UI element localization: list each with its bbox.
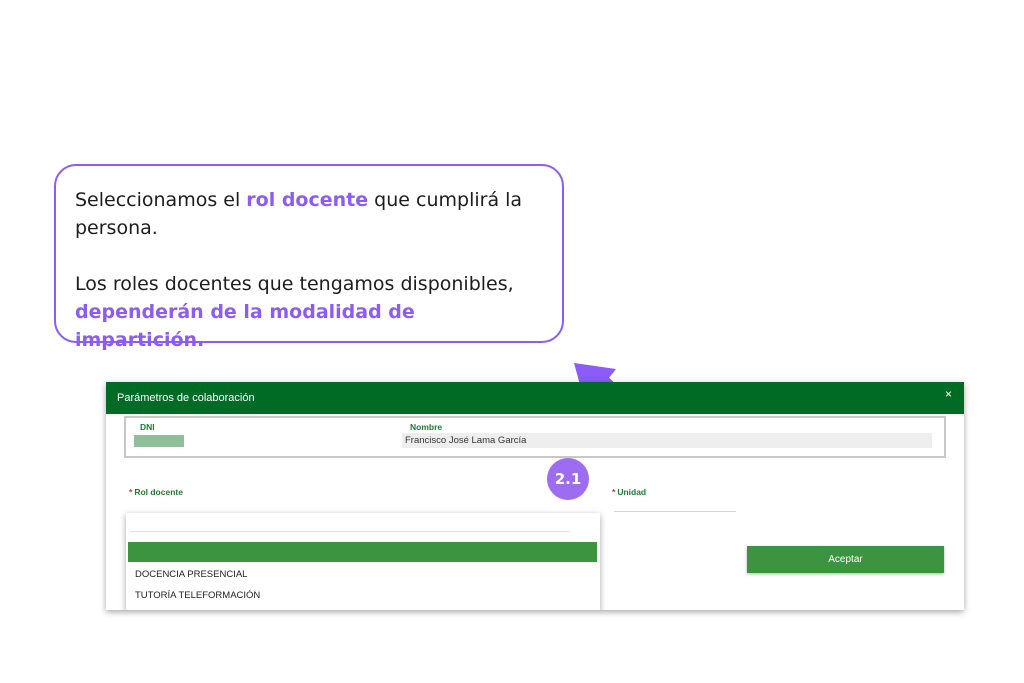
instruction-callout: Seleccionamos el rol docente que cumplir…: [54, 164, 564, 351]
name-value: Francisco José Lama García: [402, 433, 932, 448]
rol-docente-label: * Rol docente: [129, 487, 183, 497]
dialog-header: Parámetros de colaboración ×: [106, 382, 964, 414]
name-label: Nombre: [410, 422, 443, 432]
callout-paragraph-1: Seleccionamos el rol docente que cumplir…: [75, 186, 542, 242]
close-icon[interactable]: ×: [945, 387, 952, 401]
unidad-select[interactable]: [614, 511, 736, 512]
rol-docente-label-text: Rol docente: [134, 487, 183, 497]
required-mark: *: [612, 487, 616, 497]
dropdown-option-docencia-presencial[interactable]: DOCENCIA PRESENCIAL: [135, 569, 247, 580]
callout-text: Los roles docentes que tengamos disponib…: [75, 273, 514, 295]
unidad-label-text: Unidad: [617, 487, 647, 497]
dialog-title: Parámetros de colaboración: [117, 392, 255, 404]
callout-highlight: dependerán de la modalidad de impartició…: [75, 301, 415, 351]
required-mark: *: [129, 487, 133, 497]
dropdown-option-tutoria-teleformacion[interactable]: TUTORÍA TELEFORMACIÓN: [135, 590, 260, 601]
dni-value-redacted: [134, 435, 184, 447]
callout-highlight: rol docente: [246, 189, 369, 211]
collaboration-parameters-dialog: Parámetros de colaboración × DNI Nombre …: [106, 382, 964, 610]
rol-docente-dropdown: DOCENCIA PRESENCIAL TUTORÍA TELEFORMACIÓ…: [126, 513, 600, 610]
person-info-box: DNI Nombre Francisco José Lama García: [124, 416, 946, 458]
accept-button[interactable]: Aceptar: [747, 546, 944, 573]
step-badge: 2.1: [547, 458, 589, 500]
callout-paragraph-2: Los roles docentes que tengamos disponib…: [75, 270, 542, 354]
callout-text: Seleccionamos el: [75, 189, 247, 211]
unidad-label: * Unidad: [612, 487, 646, 497]
dropdown-search-input[interactable]: [130, 531, 570, 532]
dni-label: DNI: [140, 422, 155, 432]
dropdown-option-selected[interactable]: [128, 542, 597, 562]
